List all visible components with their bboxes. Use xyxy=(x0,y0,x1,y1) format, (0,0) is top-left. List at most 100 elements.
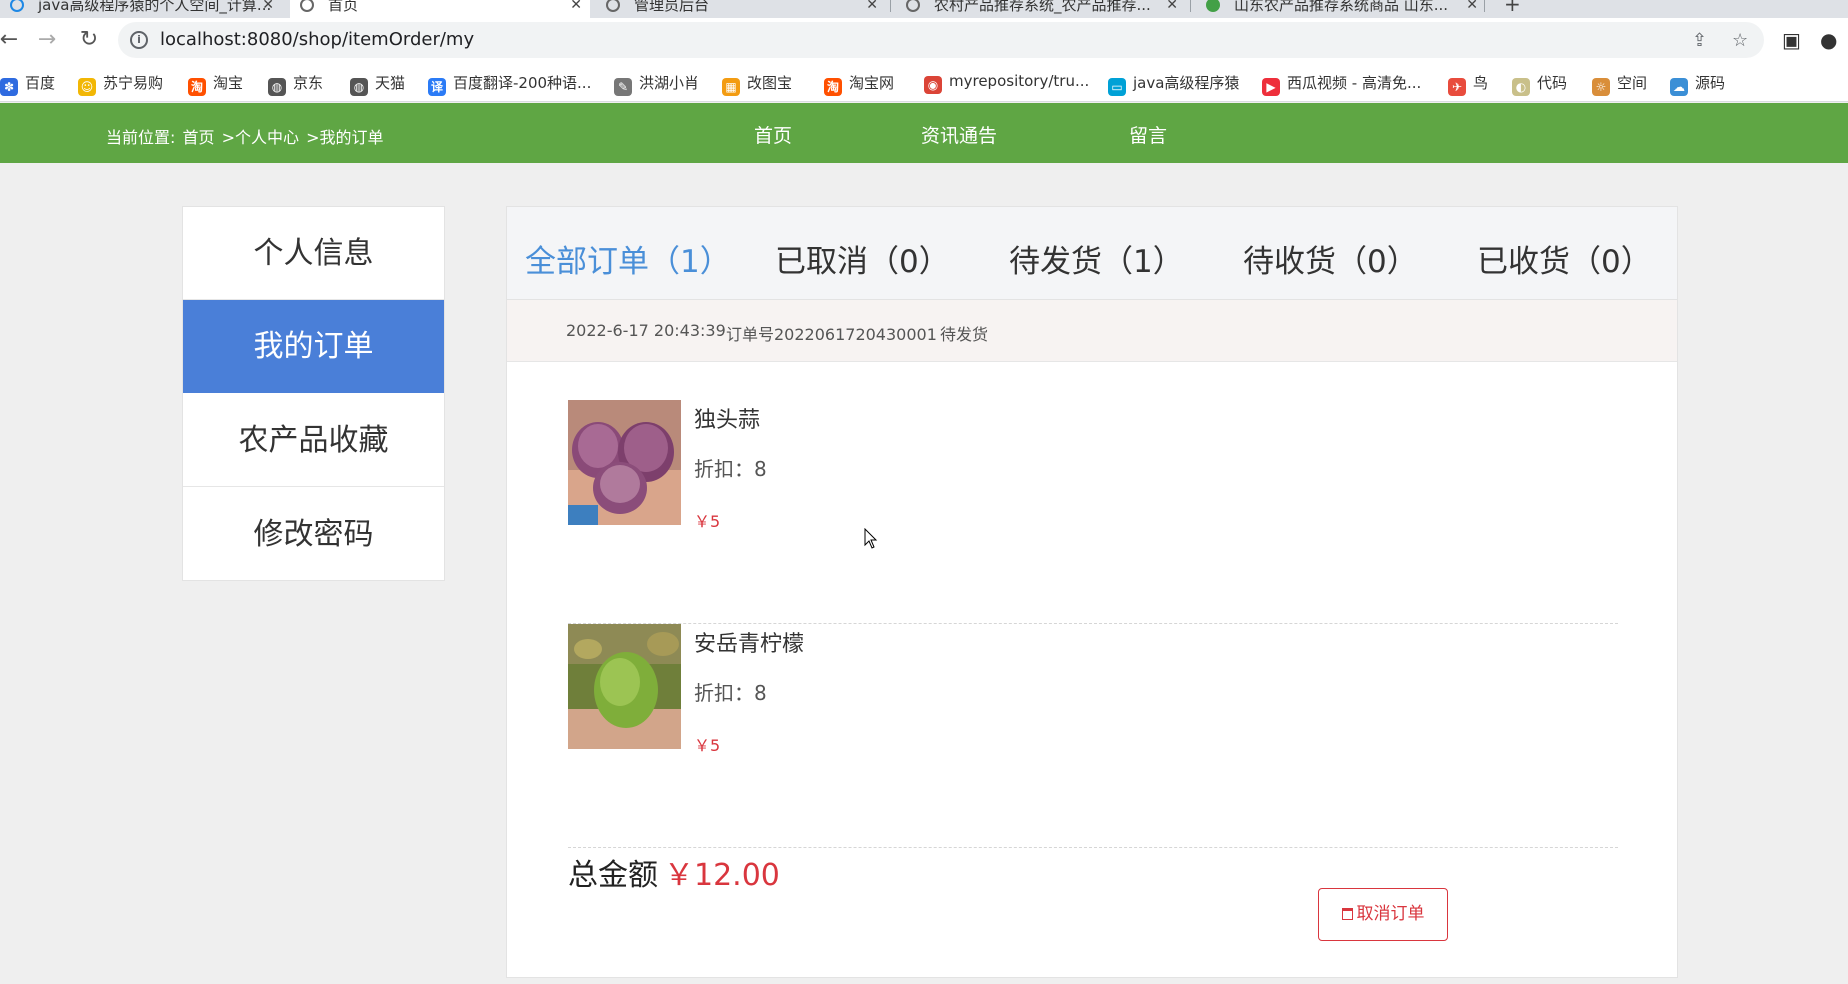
site-header: 当前位置: 首页 >个人中心 >我的订单 首页 资讯通告 留言 xyxy=(0,103,1848,163)
bookmark-label: myrepository/tru... xyxy=(949,72,1090,90)
orders-panel: 全部订单（1） 已取消（0） 待发货（1） 待收货（0） 已收货（0） 2022… xyxy=(506,206,1678,978)
tab-pending-shipment[interactable]: 待发货（1） xyxy=(1009,236,1184,281)
bookmark-item[interactable]: ☁ 源码 xyxy=(1670,72,1725,96)
sidebar-item-favorites[interactable]: 农产品收藏 xyxy=(183,394,444,487)
space-icon: ☼ xyxy=(1592,78,1610,96)
address-bar[interactable]: i localhost:8080/shop/itemOrder/my ⇪ ☆ xyxy=(118,22,1764,58)
product-name[interactable]: 安岳青柠檬 xyxy=(694,626,804,658)
product-name[interactable]: 独头蒜 xyxy=(694,402,760,434)
xigua-icon: ▶ xyxy=(1262,78,1280,96)
browser-tab[interactable]: 山东农产品推荐系统商品 山东... ✕ xyxy=(1196,0,1486,18)
breadcrumb-user-center-link[interactable]: >个人中心 xyxy=(222,128,299,147)
bookmark-item[interactable]: ▦ 改图宝 xyxy=(722,72,792,96)
bookmark-item[interactable]: ◍ 京东 xyxy=(268,72,323,96)
bookmark-item[interactable]: ▶ 西瓜视频 - 高清免... xyxy=(1262,72,1421,96)
close-icon[interactable]: ✕ xyxy=(866,0,878,18)
browser-tab[interactable]: java高级程序猿的个人空间_计算... ✕ xyxy=(0,0,282,18)
bookmark-label: 淘宝网 xyxy=(849,74,895,92)
bookmark-label: 代码 xyxy=(1537,74,1568,92)
reload-icon[interactable]: ↻ xyxy=(76,27,102,53)
bookmark-label: 百度 xyxy=(25,74,56,92)
user-sidebar: 个人信息 我的订单 农产品收藏 修改密码 xyxy=(182,206,445,581)
bookmark-label: 苏宁易购 xyxy=(103,74,164,92)
mouse-cursor-icon xyxy=(864,528,878,549)
order-header: 2022-6-17 20:43:39 订单号2022061720430001 待… xyxy=(507,300,1677,362)
product-price: ￥5 xyxy=(694,736,721,755)
nav-news[interactable]: 资讯通告 xyxy=(921,121,997,148)
browser-tab[interactable]: 管理员后台 ✕ xyxy=(596,0,886,18)
source-icon: ☁ xyxy=(1670,78,1688,96)
bookmark-label: 京东 xyxy=(293,74,324,92)
profile-icon[interactable]: ● xyxy=(1820,28,1837,52)
globe-icon xyxy=(300,0,314,12)
back-icon[interactable]: ← xyxy=(0,27,22,53)
product-image-garlic[interactable] xyxy=(568,400,681,525)
total-amount: ￥12.00 xyxy=(664,858,780,893)
bookmark-label: 天猫 xyxy=(375,74,406,92)
tab-cancelled[interactable]: 已取消（0） xyxy=(775,236,950,281)
bookmark-item[interactable]: ▭ java高级程序猿 xyxy=(1108,72,1239,96)
product-discount: 折扣：8 xyxy=(694,457,767,481)
tab-pending-receipt[interactable]: 待收货（0） xyxy=(1243,236,1418,281)
product-image-lemon[interactable] xyxy=(568,624,681,749)
close-icon[interactable]: ✕ xyxy=(262,0,274,18)
trash-icon xyxy=(1341,908,1353,920)
sidebar-item-my-orders[interactable]: 我的订单 xyxy=(183,300,444,393)
bookmark-item[interactable]: 译百度翻译-200种语... xyxy=(428,72,591,96)
bookmark-item[interactable]: ✈ 鸟 xyxy=(1448,72,1488,96)
bookmark-item[interactable]: ◐ 代码 xyxy=(1512,72,1567,96)
globe-icon: ◍ xyxy=(268,78,286,96)
cancel-order-button[interactable]: 取消订单 xyxy=(1318,888,1448,941)
globe-icon xyxy=(906,0,920,12)
total-label: 总金额 xyxy=(568,858,658,893)
bookmark-label: 鸟 xyxy=(1473,74,1489,92)
close-icon[interactable]: ✕ xyxy=(570,0,582,18)
bookmark-item[interactable]: ◉ myrepository/tru... xyxy=(924,72,1089,94)
bookmarks-bar: ✽ 百度 ☺ 苏宁易购 淘淘宝 ◍ 京东 ◍ 天猫 译百度翻译-200种语... ✎ 洪湖小肖 ▦ 改图宝… xyxy=(0,62,1848,102)
tab-title: java高级程序猿的个人空间_计算... xyxy=(38,0,272,14)
side-panel-icon[interactable]: ▣ xyxy=(1782,28,1801,52)
forward-icon[interactable]: → xyxy=(34,27,60,53)
bilibili-icon: ▭ xyxy=(1108,78,1126,96)
product-discount: 折扣：8 xyxy=(694,681,767,705)
globe-icon: ◍ xyxy=(350,78,368,96)
breadcrumb-home-link[interactable]: 首页 xyxy=(183,128,215,147)
site-info-icon[interactable]: i xyxy=(130,31,148,49)
bookmark-label: 空间 xyxy=(1617,74,1648,92)
sidebar-item-change-password[interactable]: 修改密码 xyxy=(183,488,444,581)
nav-messages[interactable]: 留言 xyxy=(1129,121,1167,148)
bookmark-item[interactable]: ☼ 空间 xyxy=(1592,72,1647,96)
tab-title: 管理员后台 xyxy=(634,0,710,14)
tab-favicon-icon xyxy=(10,0,24,12)
translate-icon: 译 xyxy=(428,78,446,96)
new-tab-icon[interactable]: + xyxy=(1504,0,1521,16)
bookmark-label: java高级程序猿 xyxy=(1133,74,1240,92)
bookmark-item[interactable]: ☺ 苏宁易购 xyxy=(78,72,163,96)
bookmark-item[interactable]: ✽ 百度 xyxy=(0,72,55,96)
bookmark-item[interactable]: 淘淘宝 xyxy=(188,72,243,96)
address-url[interactable]: localhost:8080/shop/itemOrder/my xyxy=(160,29,474,50)
bookmark-item[interactable]: 淘淘宝网 xyxy=(824,72,894,96)
bookmark-item[interactable]: ◍ 天猫 xyxy=(350,72,405,96)
bookmark-icon: ✎ xyxy=(614,78,632,96)
taobao-icon: 淘 xyxy=(188,78,206,96)
browser-tab[interactable]: 农村产品推荐系统_农产品推荐... ✕ xyxy=(896,0,1186,18)
bookmark-label: 改图宝 xyxy=(747,74,793,92)
tab-all-orders[interactable]: 全部订单（1） xyxy=(525,236,731,281)
close-icon[interactable]: ✕ xyxy=(1166,0,1178,18)
order-datetime: 2022-6-17 20:43:39 xyxy=(566,321,726,340)
cancel-order-label: 取消订单 xyxy=(1356,904,1425,924)
star-icon[interactable]: ☆ xyxy=(1732,30,1748,51)
tab-separator xyxy=(1484,0,1485,12)
nav-home[interactable]: 首页 xyxy=(754,121,792,148)
bookmark-label: 西瓜视频 - 高清免... xyxy=(1287,74,1422,92)
bookmark-item[interactable]: ✎ 洪湖小肖 xyxy=(614,72,699,96)
order-total: 总金额 ￥12.00 xyxy=(568,850,780,894)
sidebar-item-profile[interactable]: 个人信息 xyxy=(183,207,444,300)
tab-received[interactable]: 已收货（0） xyxy=(1477,236,1652,281)
close-icon[interactable]: ✕ xyxy=(1466,0,1478,18)
code-icon: ◐ xyxy=(1512,78,1530,96)
order-item: 独头蒜 折扣：8 ￥5 xyxy=(568,400,1618,624)
share-icon[interactable]: ⇪ xyxy=(1692,30,1707,51)
browser-tab-active[interactable]: 首页 ✕ xyxy=(290,0,590,18)
